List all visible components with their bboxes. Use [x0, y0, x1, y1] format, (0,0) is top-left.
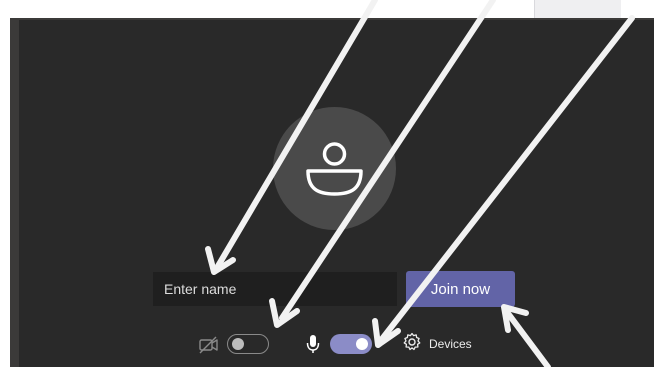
camera-off-icon: [198, 335, 220, 360]
name-input[interactable]: [153, 272, 397, 306]
devices-button[interactable]: Devices: [402, 332, 472, 357]
camera-toggle-knob: [232, 337, 244, 350]
camera-toggle[interactable]: [227, 334, 269, 354]
person-icon: [306, 142, 363, 196]
join-now-button[interactable]: Join now: [406, 271, 515, 307]
microphone-icon: [305, 333, 321, 360]
devices-label: Devices: [429, 337, 472, 351]
microphone-toggle-knob: [356, 338, 368, 350]
top-strip: [0, 0, 654, 18]
avatar: [273, 107, 396, 230]
gear-icon: [402, 332, 422, 357]
microphone-toggle[interactable]: [330, 334, 372, 354]
tab-stub: [534, 0, 621, 18]
